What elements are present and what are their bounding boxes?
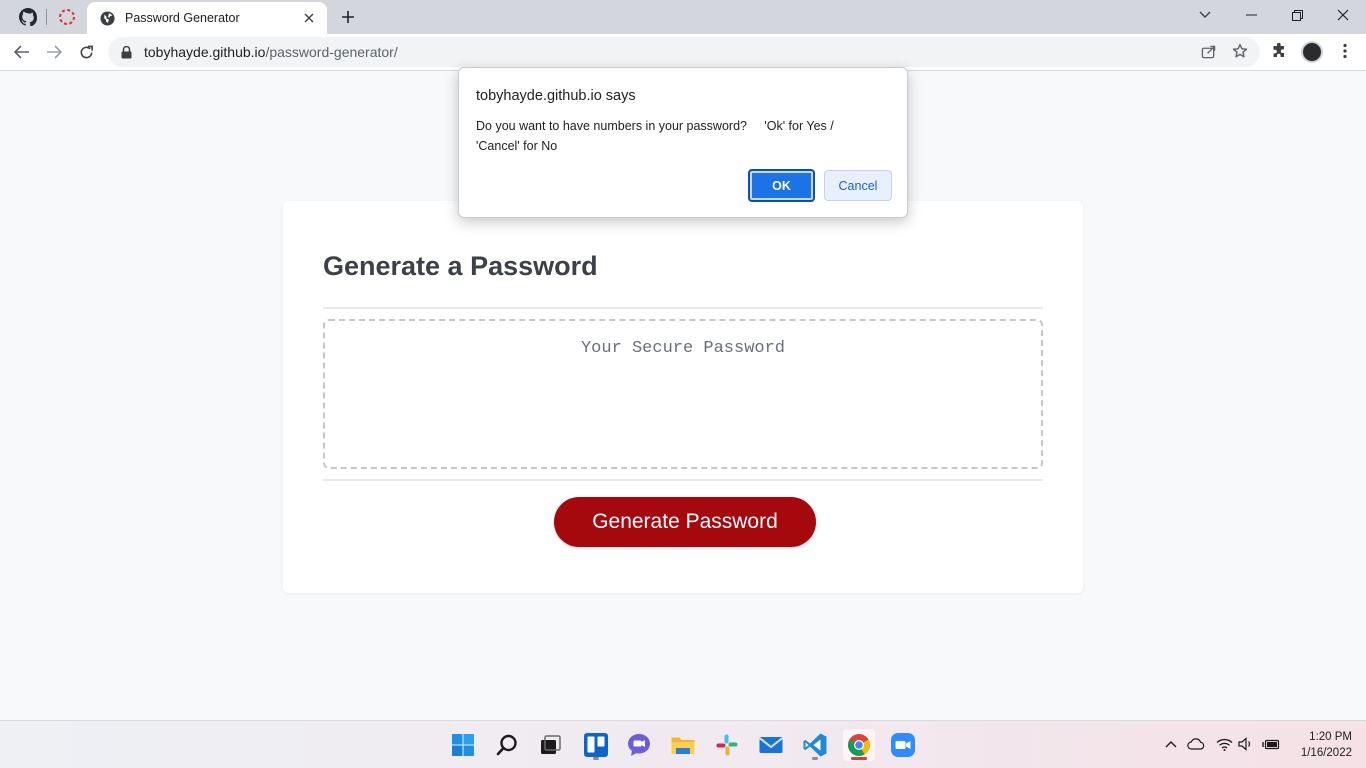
clock-date: 1/16/2022 bbox=[1300, 747, 1352, 759]
url-host: tobyhayde.github.io bbox=[144, 44, 266, 60]
chevron-up-icon bbox=[1165, 741, 1177, 748]
show-hidden-icons-button[interactable] bbox=[1160, 733, 1182, 755]
zoom-icon[interactable] bbox=[887, 729, 919, 761]
more-vert-icon bbox=[1343, 43, 1347, 59]
file-explorer-icon[interactable] bbox=[667, 729, 699, 761]
globe-icon bbox=[99, 10, 115, 26]
minimize-button[interactable] bbox=[1228, 0, 1274, 30]
profile-avatar[interactable] bbox=[1301, 41, 1323, 63]
arrow-left-icon bbox=[14, 45, 29, 59]
dialog-title: tobyhayde.github.io says bbox=[476, 88, 636, 104]
forward-button[interactable] bbox=[40, 38, 68, 66]
chrome-icon[interactable] bbox=[843, 729, 875, 761]
loading-ring-icon bbox=[59, 9, 75, 25]
search-icon[interactable] bbox=[491, 729, 523, 761]
reload-icon bbox=[80, 45, 93, 58]
restore-button[interactable] bbox=[1274, 0, 1320, 30]
bookmark-button[interactable] bbox=[1227, 38, 1253, 64]
close-window-button[interactable] bbox=[1320, 0, 1366, 30]
wifi-icon[interactable] bbox=[1213, 733, 1235, 755]
star-icon bbox=[1232, 43, 1248, 58]
volume-icon[interactable] bbox=[1235, 733, 1257, 755]
dialog-message-line1: Do you want to have numbers in your pass… bbox=[476, 119, 834, 133]
top-divider bbox=[323, 307, 1043, 309]
teams-chat-icon[interactable] bbox=[623, 729, 655, 761]
puzzle-icon bbox=[1273, 43, 1284, 57]
reload-button[interactable] bbox=[72, 38, 100, 66]
pinned-tab-github[interactable] bbox=[8, 4, 48, 30]
onedrive-icon[interactable] bbox=[1185, 733, 1207, 755]
vscode-icon[interactable] bbox=[799, 729, 831, 761]
mail-icon[interactable] bbox=[755, 729, 787, 761]
dialog-message-line2: 'Cancel' for No bbox=[476, 139, 558, 153]
restore-icon bbox=[1291, 9, 1303, 21]
clock-time: 1:20 PM bbox=[1309, 731, 1352, 743]
tab-password-generator[interactable]: Password Generator bbox=[87, 2, 327, 34]
new-tab-button[interactable] bbox=[336, 5, 360, 29]
cancel-button[interactable]: Cancel bbox=[824, 170, 892, 201]
trello-icon[interactable] bbox=[580, 729, 612, 761]
url-text: tobyhayde.github.io/password-generator/ bbox=[144, 44, 398, 60]
running-indicator bbox=[593, 757, 599, 760]
address-bar[interactable]: tobyhayde.github.io/password-generator/ bbox=[108, 37, 1260, 67]
ok-button[interactable]: OK bbox=[748, 169, 815, 202]
password-textarea[interactable]: Your Secure Password bbox=[323, 319, 1043, 469]
arrow-right-icon bbox=[47, 45, 62, 59]
back-button[interactable] bbox=[8, 38, 36, 66]
browser-tab-strip: Password Generator bbox=[0, 0, 1366, 34]
tab-title: Password Generator bbox=[125, 11, 240, 25]
confirm-dialog: tobyhayde.github.io says Do you want to … bbox=[458, 67, 908, 218]
close-icon bbox=[1337, 9, 1349, 21]
page-title: Generate a Password bbox=[323, 251, 598, 281]
github-icon bbox=[19, 8, 37, 26]
system-clock[interactable]: 1:20 PM 1/16/2022 bbox=[1288, 729, 1352, 761]
url-path: /password-generator/ bbox=[265, 44, 398, 60]
bottom-divider bbox=[323, 479, 1043, 481]
active-indicator bbox=[851, 757, 867, 760]
share-button[interactable] bbox=[1195, 38, 1221, 64]
task-view-icon[interactable] bbox=[534, 729, 566, 761]
close-tab-icon[interactable] bbox=[299, 8, 319, 28]
tab-search-button[interactable] bbox=[1182, 0, 1228, 30]
slack-icon[interactable] bbox=[711, 729, 743, 761]
share-icon bbox=[1201, 45, 1215, 58]
battery-icon[interactable] bbox=[1260, 733, 1282, 755]
running-indicator bbox=[812, 757, 818, 760]
browser-toolbar: tobyhayde.github.io/password-generator/ bbox=[0, 34, 1366, 71]
chevron-down-icon bbox=[1199, 11, 1211, 18]
pinned-tab-loading[interactable] bbox=[47, 4, 87, 30]
dialog-message: Do you want to have numbers in your pass… bbox=[476, 116, 896, 156]
start-icon[interactable] bbox=[447, 729, 479, 761]
plus-icon bbox=[342, 11, 354, 23]
minimize-icon bbox=[1245, 14, 1257, 16]
password-card: Generate a Password Your Secure Password… bbox=[283, 201, 1083, 593]
lock-icon bbox=[121, 45, 135, 59]
browser-menu-button[interactable] bbox=[1332, 38, 1358, 64]
generate-password-button[interactable]: Generate Password bbox=[554, 497, 816, 547]
taskbar: 1:20 PM 1/16/2022 bbox=[0, 720, 1366, 768]
password-placeholder: Your Secure Password bbox=[580, 339, 786, 358]
extensions-button[interactable] bbox=[1266, 38, 1292, 64]
